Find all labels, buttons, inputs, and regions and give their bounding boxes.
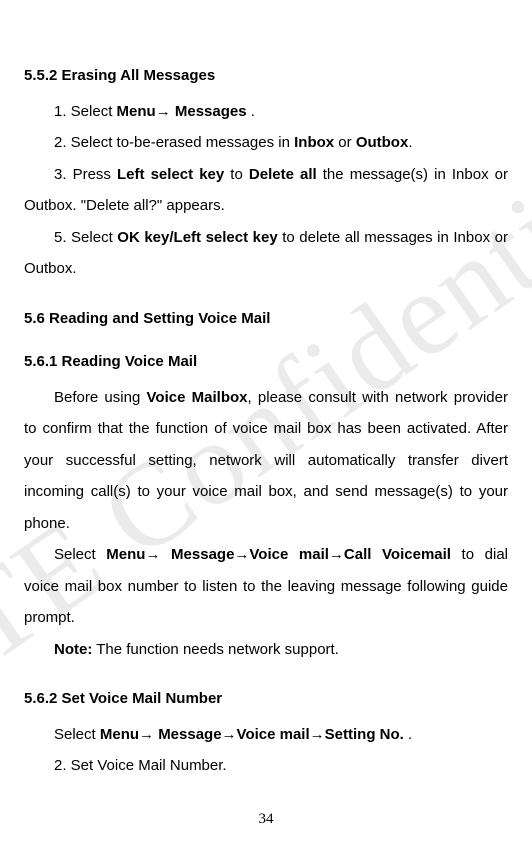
bold: Voice Mailbox <box>147 389 248 406</box>
bold: Menu→ Message→Voice mail→Setting No. <box>100 726 404 743</box>
step-1: 1. Select Menu→ Messages . <box>24 96 508 128</box>
document-page: ZTE Confidential 5.5.2 Erasing All Messa… <box>0 0 532 848</box>
bold: Left select key <box>117 166 224 183</box>
text: 3. Press <box>54 166 117 183</box>
text: 1. Select <box>54 103 117 120</box>
para-562-2: 2. Set Voice Mail Number. <box>24 750 508 782</box>
bold: Menu→ Messages <box>117 103 247 120</box>
bold: Delete all <box>249 166 317 183</box>
text: Select <box>54 546 106 563</box>
text: . <box>408 134 412 151</box>
para-561-2: Select Menu→ Message→Voice mail→Call Voi… <box>24 539 508 634</box>
heading-5-6-2: 5.6.2 Set Voice Mail Number <box>24 683 508 715</box>
step-3: 3. Press Left select key to Delete all t… <box>24 159 508 222</box>
para-562-1: Select Menu→ Message→Voice mail→Setting … <box>24 719 508 751</box>
text: or <box>334 134 356 151</box>
text: 2. Select to-be-erased messages in <box>54 134 294 151</box>
text: Before using <box>54 389 147 406</box>
text: The function needs network support. <box>92 641 339 658</box>
bold: Note: <box>54 641 92 658</box>
para-561-1: Before using Voice Mailbox, please consu… <box>24 382 508 540</box>
step-5: 5. Select OK key/Left select key to dele… <box>24 222 508 285</box>
bold: Inbox <box>294 134 334 151</box>
text: . <box>404 726 412 743</box>
text: to <box>224 166 249 183</box>
page-number: 34 <box>0 811 532 828</box>
bold: OK key/Left select key <box>117 229 277 246</box>
step-2: 2. Select to-be-erased messages in Inbox… <box>24 127 508 159</box>
text: , please consult with network provider t… <box>24 389 508 532</box>
bold: Menu→ Message→Voice mail→Call Voicemail <box>106 546 451 563</box>
text: 5. Select <box>54 229 117 246</box>
bold: Outbox <box>356 134 409 151</box>
heading-5-5-2: 5.5.2 Erasing All Messages <box>24 60 508 92</box>
text: Select <box>54 726 100 743</box>
heading-5-6: 5.6 Reading and Setting Voice Mail <box>24 303 508 335</box>
para-561-note: Note: The function needs network support… <box>24 634 508 666</box>
text: . <box>247 103 255 120</box>
heading-5-6-1: 5.6.1 Reading Voice Mail <box>24 346 508 378</box>
page-content: 5.5.2 Erasing All Messages 1. Select Men… <box>24 60 508 782</box>
